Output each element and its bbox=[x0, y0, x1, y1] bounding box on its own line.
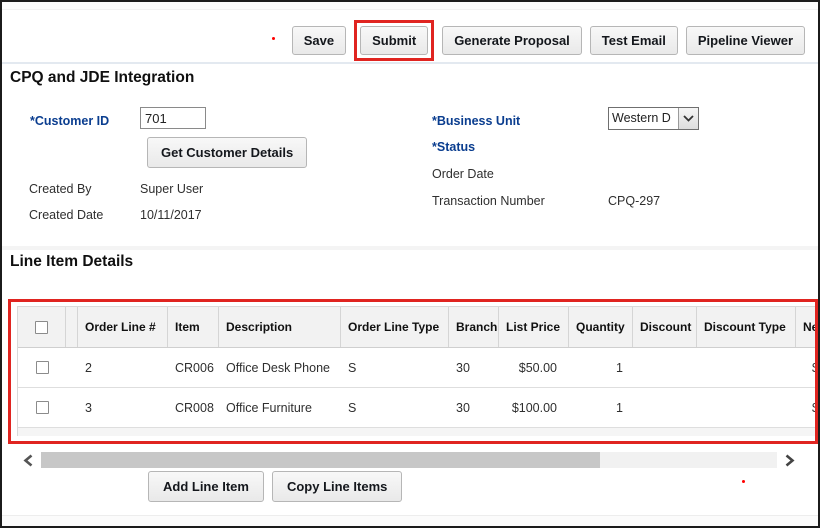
submit-button[interactable]: Submit bbox=[360, 26, 428, 55]
branch-cell: 30 bbox=[449, 348, 499, 387]
get-customer-details-button[interactable]: Get Customer Details bbox=[147, 137, 307, 168]
quantity-cell: 1 bbox=[569, 348, 633, 387]
row-checkbox[interactable] bbox=[36, 361, 49, 374]
created-date-label: Created Date bbox=[29, 208, 103, 222]
col-discount-header: Discount bbox=[633, 307, 697, 347]
line-item-details-title: Line Item Details bbox=[10, 253, 133, 271]
bottom-strip bbox=[2, 515, 818, 526]
spacer-cell bbox=[66, 388, 78, 427]
scroll-left-icon[interactable] bbox=[15, 451, 41, 469]
spacer-header-cell bbox=[66, 307, 78, 347]
row-checkbox-cell bbox=[18, 388, 66, 427]
annotation-dot-bottom bbox=[742, 480, 745, 483]
select-all-cell bbox=[18, 307, 66, 347]
col-discount-type-header: Discount Type bbox=[697, 307, 796, 347]
generate-proposal-button[interactable]: Generate Proposal bbox=[442, 26, 582, 55]
line-item-row: 3 CR008 Office Furniture S 30 $100.00 1 … bbox=[18, 388, 818, 428]
net-cell: $1 bbox=[796, 388, 818, 427]
row-checkbox-cell bbox=[18, 348, 66, 387]
table-footer-strip bbox=[18, 428, 818, 436]
order-line-type-cell: S bbox=[341, 348, 449, 387]
scroll-right-icon[interactable] bbox=[777, 451, 803, 469]
status-label: *Status bbox=[432, 140, 475, 154]
business-unit-select[interactable]: Western D bbox=[608, 107, 699, 130]
app-window: Save Submit Generate Proposal Test Email… bbox=[0, 0, 820, 528]
scrollbar-thumb[interactable] bbox=[41, 452, 600, 468]
net-cell: $ bbox=[796, 348, 818, 387]
transaction-number-label: Transaction Number bbox=[432, 194, 545, 208]
section-divider bbox=[2, 246, 818, 250]
discount-cell bbox=[633, 348, 697, 387]
created-date-value: 10/11/2017 bbox=[140, 208, 202, 222]
discount-type-cell bbox=[697, 348, 796, 387]
description-cell: Office Desk Phone bbox=[219, 348, 341, 387]
item-cell: CR006 bbox=[168, 348, 219, 387]
transaction-number-value: CPQ-297 bbox=[608, 194, 660, 208]
quantity-cell: 1 bbox=[569, 388, 633, 427]
line-item-row: 2 CR006 Office Desk Phone S 30 $50.00 1 … bbox=[18, 348, 818, 388]
line-item-actions: Add Line Item Copy Line Items bbox=[148, 471, 402, 502]
toolbar: Save Submit Generate Proposal Test Email… bbox=[292, 18, 805, 62]
business-unit-label: *Business Unit bbox=[432, 114, 520, 128]
table-header-row: Order Line # Item Description Order Line… bbox=[18, 306, 818, 348]
horizontal-scrollbar bbox=[15, 451, 803, 469]
item-cell: CR008 bbox=[168, 388, 219, 427]
pipeline-viewer-button[interactable]: Pipeline Viewer bbox=[686, 26, 805, 55]
select-all-checkbox[interactable] bbox=[35, 321, 48, 334]
save-button[interactable]: Save bbox=[292, 26, 346, 55]
submit-highlight-annotation: Submit bbox=[354, 20, 434, 61]
scrollbar-track[interactable] bbox=[41, 452, 777, 468]
chevron-down-icon bbox=[678, 108, 698, 129]
customer-id-label: *Customer ID bbox=[30, 114, 109, 128]
list-price-cell: $50.00 bbox=[499, 348, 569, 387]
page-title: CPQ and JDE Integration bbox=[10, 69, 194, 87]
created-by-value: Super User bbox=[140, 182, 203, 196]
col-description-header: Description bbox=[219, 307, 341, 347]
customer-id-input[interactable] bbox=[140, 107, 206, 129]
branch-cell: 30 bbox=[449, 388, 499, 427]
line-items-table: Order Line # Item Description Order Line… bbox=[17, 306, 818, 436]
col-quantity-header: Quantity bbox=[569, 307, 633, 347]
order-line-cell: 2 bbox=[78, 348, 168, 387]
list-price-cell: $100.00 bbox=[499, 388, 569, 427]
annotation-dot-top bbox=[272, 37, 275, 40]
col-order-line-type-header: Order Line Type bbox=[341, 307, 449, 347]
discount-type-cell bbox=[697, 388, 796, 427]
order-line-cell: 3 bbox=[78, 388, 168, 427]
col-item-header: Item bbox=[168, 307, 219, 347]
col-net-header: Net bbox=[796, 307, 818, 347]
top-strip bbox=[2, 2, 818, 10]
col-list-price-header: List Price bbox=[499, 307, 569, 347]
created-by-label: Created By bbox=[29, 182, 92, 196]
toolbar-divider bbox=[2, 62, 818, 64]
spacer-cell bbox=[66, 348, 78, 387]
test-email-button[interactable]: Test Email bbox=[590, 26, 678, 55]
row-checkbox[interactable] bbox=[36, 401, 49, 414]
copy-line-items-button[interactable]: Copy Line Items bbox=[272, 471, 402, 502]
business-unit-value: Western D bbox=[609, 108, 678, 129]
add-line-item-button[interactable]: Add Line Item bbox=[148, 471, 264, 502]
order-line-type-cell: S bbox=[341, 388, 449, 427]
description-cell: Office Furniture bbox=[219, 388, 341, 427]
discount-cell bbox=[633, 388, 697, 427]
order-date-label: Order Date bbox=[432, 167, 494, 181]
col-branch-header: Branch bbox=[449, 307, 499, 347]
col-order-line-header: Order Line # bbox=[78, 307, 168, 347]
